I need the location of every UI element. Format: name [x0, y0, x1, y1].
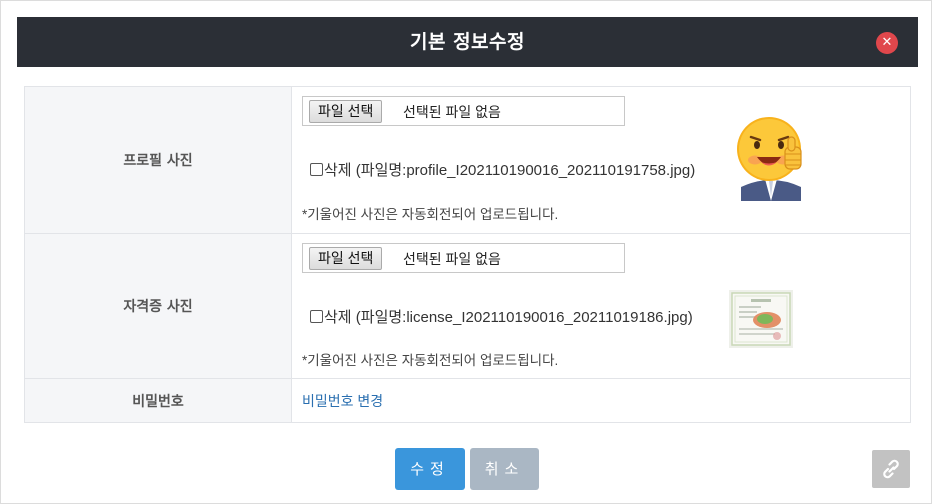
profile-file-select-button[interactable]: 파일 선택 — [309, 100, 383, 123]
license-file-status: 선택된 파일 없음 — [403, 251, 501, 267]
license-delete-row: 삭제 (파일명:license_I202110190016_2021101918… — [310, 306, 693, 327]
license-delete-text: 삭제 (파일명:license_I202110190016_2021101918… — [324, 309, 693, 326]
license-rotate-note: *기울어진 사진은 자동회전되어 업로드됩니다. — [302, 353, 559, 368]
profile-photo-cell: 파일 선택 선택된 파일 없음 삭제 (파일명:profile_I2021101… — [291, 86, 911, 234]
license-file-input[interactable]: 파일 선택 선택된 파일 없음 — [302, 243, 625, 273]
profile-file-status: 선택된 파일 없음 — [403, 104, 501, 120]
password-row: 비밀번호 비밀번호 변경 — [24, 378, 911, 423]
profile-delete-checkbox[interactable] — [310, 163, 323, 176]
license-delete-checkbox[interactable] — [310, 310, 323, 323]
submit-button[interactable]: 수정 — [395, 448, 465, 490]
license-photo-row: 자격증 사진 파일 선택 선택된 파일 없음 삭제 (파일명:license_I… — [24, 233, 911, 379]
license-file-select-button[interactable]: 파일 선택 — [309, 247, 383, 270]
license-thumbnail-image — [729, 290, 793, 348]
profile-delete-row: 삭제 (파일명:profile_I202110190016_2021101917… — [310, 159, 695, 180]
close-icon[interactable]: ✕ — [876, 32, 898, 54]
modal-frame: 기본 정보수정 ✕ 프로필 사진 파일 선택 선택된 파일 없음 삭제 (파일명… — [0, 0, 932, 504]
license-photo-label: 자격증 사진 — [24, 233, 292, 379]
change-password-link[interactable]: 비밀번호 변경 — [302, 393, 383, 409]
dialog-header: 기본 정보수정 ✕ — [17, 17, 918, 67]
profile-file-input[interactable]: 파일 선택 선택된 파일 없음 — [302, 96, 625, 126]
profile-photo-row: 프로필 사진 파일 선택 선택된 파일 없음 삭제 (파일명:profile_I… — [24, 86, 911, 234]
info-form-table: 프로필 사진 파일 선택 선택된 파일 없음 삭제 (파일명:profile_I… — [24, 86, 911, 423]
license-photo-cell: 파일 선택 선택된 파일 없음 삭제 (파일명:license_I2021101… — [291, 233, 911, 379]
link-icon[interactable] — [872, 450, 910, 488]
password-label: 비밀번호 — [24, 378, 292, 423]
profile-thumbnail-image — [735, 109, 807, 201]
profile-rotate-note: *기울어진 사진은 자동회전되어 업로드됩니다. — [302, 207, 559, 222]
dialog-title: 기본 정보수정 — [410, 31, 525, 53]
profile-photo-label: 프로필 사진 — [24, 86, 292, 234]
profile-delete-text: 삭제 (파일명:profile_I202110190016_2021101917… — [324, 162, 696, 179]
cancel-button[interactable]: 취소 — [470, 448, 539, 490]
password-cell: 비밀번호 변경 — [291, 378, 911, 423]
